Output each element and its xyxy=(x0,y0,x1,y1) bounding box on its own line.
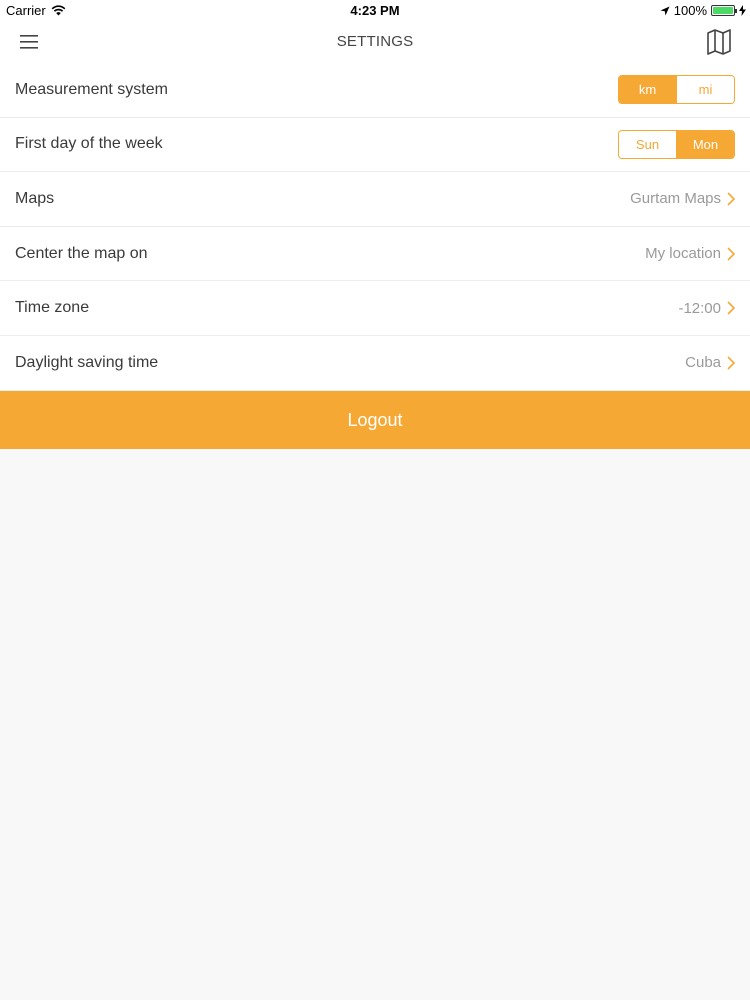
chevron-right-icon xyxy=(727,247,735,261)
first-day-label: First day of the week xyxy=(15,135,163,153)
settings-list: Measurement system km mi First day of th… xyxy=(0,63,750,391)
center-map-label: Center the map on xyxy=(15,244,148,262)
center-map-value: My location xyxy=(645,245,721,263)
chevron-right-icon xyxy=(727,301,735,315)
measurement-segmented-control: km mi xyxy=(618,75,735,105)
battery-icon xyxy=(711,5,737,16)
measurement-system-label: Measurement system xyxy=(15,80,168,98)
status-bar: Carrier 4:23 PM 100% xyxy=(0,0,750,20)
segment-km[interactable]: km xyxy=(619,76,676,104)
status-time: 4:23 PM xyxy=(350,3,400,18)
logout-button[interactable]: Logout xyxy=(0,391,750,449)
charging-bolt-icon xyxy=(739,5,746,16)
daylight-saving-label: Daylight saving time xyxy=(15,353,159,371)
battery-fill xyxy=(713,7,733,14)
first-day-control: Sun Mon xyxy=(618,129,735,159)
maps-label: Maps xyxy=(15,189,55,207)
measurement-system-row: Measurement system km mi xyxy=(0,63,750,118)
first-day-row: First day of the week Sun Mon xyxy=(0,118,750,173)
first-day-segmented-control: Sun Mon xyxy=(618,129,735,159)
page-title: SETTINGS xyxy=(336,33,414,50)
time-zone-label: Time zone xyxy=(15,299,90,317)
chevron-right-icon xyxy=(727,356,735,370)
time-zone-value: -12:00 xyxy=(678,299,721,317)
daylight-saving-value: Cuba xyxy=(685,354,721,372)
time-zone-value-group: -12:00 xyxy=(678,300,735,317)
navigation-bar: SETTINGS xyxy=(0,20,750,64)
map-button[interactable] xyxy=(706,28,732,56)
location-arrow-icon xyxy=(660,6,670,15)
maps-row[interactable]: Maps Gurtam Maps xyxy=(0,172,750,227)
center-map-value-group: My location xyxy=(645,245,735,262)
status-right: 100% xyxy=(660,3,746,18)
segment-mi[interactable]: mi xyxy=(676,76,734,104)
battery-percent: 100% xyxy=(673,3,707,18)
time-zone-row[interactable]: Time zone -12:00 xyxy=(0,281,750,336)
map-icon xyxy=(707,29,731,55)
segment-sun[interactable]: Sun xyxy=(619,130,676,158)
maps-value: Gurtam Maps xyxy=(630,190,721,208)
measurement-system-control: km mi xyxy=(618,75,735,105)
daylight-saving-value-group: Cuba xyxy=(685,354,735,371)
maps-value-group: Gurtam Maps xyxy=(630,190,735,207)
segment-mon[interactable]: Mon xyxy=(676,130,734,158)
center-map-row[interactable]: Center the map on My location xyxy=(0,227,750,282)
chevron-right-icon xyxy=(727,192,735,206)
daylight-saving-row[interactable]: Daylight saving time Cuba xyxy=(0,336,750,391)
